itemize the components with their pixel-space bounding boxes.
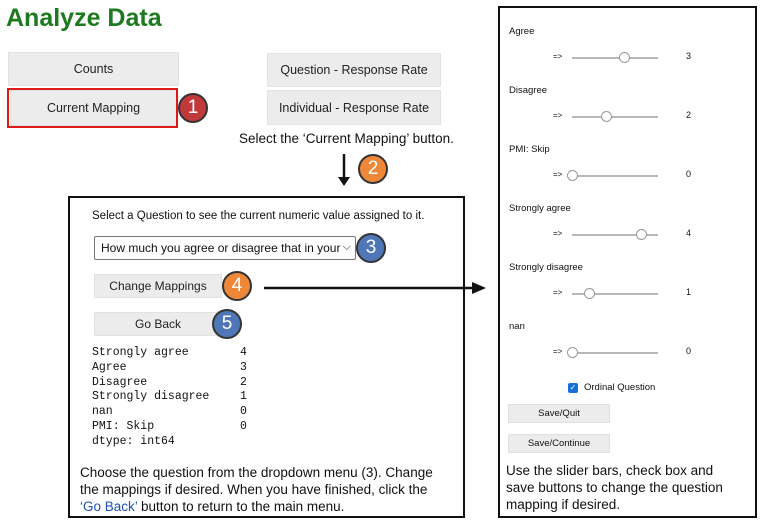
mapping-output-row: Strongly agree 4 <box>92 346 247 361</box>
question-response-rate-button[interactable]: Question - Response Rate <box>267 53 441 87</box>
ordinal-question-label: Ordinal Question <box>584 382 656 393</box>
slider-label: Agree <box>509 26 535 37</box>
chevron-down-icon: ⌵ <box>340 241 351 254</box>
middle-caption-line: Choose the question from the dropdown me… <box>80 465 433 480</box>
slider-value: 0 <box>686 169 692 179</box>
slider-thumb[interactable] <box>567 170 578 181</box>
mapping-output: Strongly agree 4 Agree 3 Disagree 2 Strongl… <box>92 346 247 450</box>
go-back-button[interactable]: Go Back <box>94 312 222 336</box>
slider-value: 0 <box>686 346 692 356</box>
mapping-key: PMI: Skip <box>92 419 155 433</box>
slider-panel: Agree => 3 Disagree => 2 PMI: Skip => 0 Strongly … <box>498 6 757 518</box>
slider-arrow: => <box>553 288 563 297</box>
slider-label: nan <box>509 321 525 332</box>
right-arrow-icon <box>264 282 486 294</box>
slider-value: 3 <box>686 51 692 61</box>
slider-thumb[interactable] <box>567 347 578 358</box>
mapping-key: Agree <box>92 360 127 374</box>
ordinal-question-checkbox[interactable]: ✓ <box>568 383 578 393</box>
current-mapping-highlight <box>7 88 178 128</box>
go-back-reference: ‘Go Back’ <box>80 499 138 514</box>
slider-thumb[interactable] <box>635 229 647 240</box>
slider-label: Strongly disagree <box>509 262 583 273</box>
middle-caption: Choose the question from the dropdown me… <box>80 464 464 515</box>
mapping-prompt: Select a Question to see the current num… <box>92 210 425 222</box>
right-caption: Use the slider bars, check box and save … <box>506 462 751 513</box>
step-2-marker: 2 <box>358 154 388 184</box>
slider-label: Disagree <box>509 85 548 96</box>
mapping-output-row: Agree 3 <box>92 361 247 376</box>
mapping-output-row: Strongly disagree 1 <box>92 390 247 405</box>
slider-thumb[interactable] <box>584 288 596 299</box>
slider-arrow: => <box>553 347 563 356</box>
slider-value: 4 <box>686 228 692 238</box>
slider-value: 1 <box>686 287 692 297</box>
slider-arrow: => <box>553 170 563 179</box>
mapping-value: 0 <box>240 405 247 419</box>
slider-arrow: => <box>553 111 563 120</box>
slider-track[interactable] <box>572 175 658 177</box>
right-caption-line: Use the slider bars, check box and <box>506 463 714 478</box>
mapping-output-row: Disagree 2 <box>92 376 247 391</box>
counts-button[interactable]: Counts <box>8 52 179 86</box>
save-quit-button[interactable]: Save/Quit <box>508 404 610 423</box>
change-mappings-button[interactable]: Change Mappings <box>94 274 222 298</box>
right-caption-line: save buttons to change the question <box>506 480 723 495</box>
slider-track[interactable] <box>572 116 658 118</box>
mapping-output-row: PMI: Skip 0 <box>92 420 247 435</box>
slider-track[interactable] <box>572 57 658 59</box>
slider-value: 2 <box>686 110 692 120</box>
mapping-dtype: dtype: int64 <box>92 434 175 448</box>
mapping-value: 4 <box>240 346 247 359</box>
mapping-value: 1 <box>240 390 247 404</box>
step-5-marker: 5 <box>212 309 242 339</box>
step-3-marker: 3 <box>356 233 386 263</box>
save-continue-button[interactable]: Save/Continue <box>508 434 610 453</box>
slider-track[interactable] <box>572 352 658 354</box>
question-dropdown-value: How much you agree or disagree that in y… <box>101 241 351 255</box>
mapping-value: 3 <box>240 360 247 374</box>
slider-arrow: => <box>553 229 563 238</box>
mapping-value: 2 <box>240 375 247 389</box>
step-1-marker: 1 <box>178 93 208 123</box>
slider-thumb[interactable] <box>618 52 630 63</box>
right-caption-line: mapping if desired. <box>506 497 621 512</box>
slider-label: PMI: Skip <box>509 144 550 155</box>
mapping-output-row: nan 0 <box>92 405 247 420</box>
mapping-key: Strongly disagree <box>92 390 210 404</box>
slider-label: Strongly agree <box>509 203 571 214</box>
mapping-key: Strongly agree <box>92 346 189 359</box>
select-current-mapping-caption: Select the ‘Current Mapping’ button. <box>239 131 454 146</box>
slider-arrow: => <box>553 52 563 61</box>
slider-thumb[interactable] <box>601 111 613 122</box>
page-title: Analyze Data <box>6 4 162 32</box>
individual-response-rate-button[interactable]: Individual - Response Rate <box>267 90 441 125</box>
mapping-value: 0 <box>240 419 247 433</box>
middle-caption-line: the mappings if desired. When you have f… <box>80 482 428 497</box>
middle-caption-line: ‘Go Back’ button to return to the main m… <box>80 499 345 514</box>
step-4-marker: 4 <box>222 271 252 301</box>
mapping-key: Disagree <box>92 375 148 389</box>
mapping-key: nan <box>92 405 113 419</box>
down-arrow-icon <box>338 154 350 186</box>
question-dropdown[interactable]: How much you agree or disagree that in y… <box>94 236 356 260</box>
current-mapping-panel: Select a Question to see the current num… <box>68 196 465 518</box>
